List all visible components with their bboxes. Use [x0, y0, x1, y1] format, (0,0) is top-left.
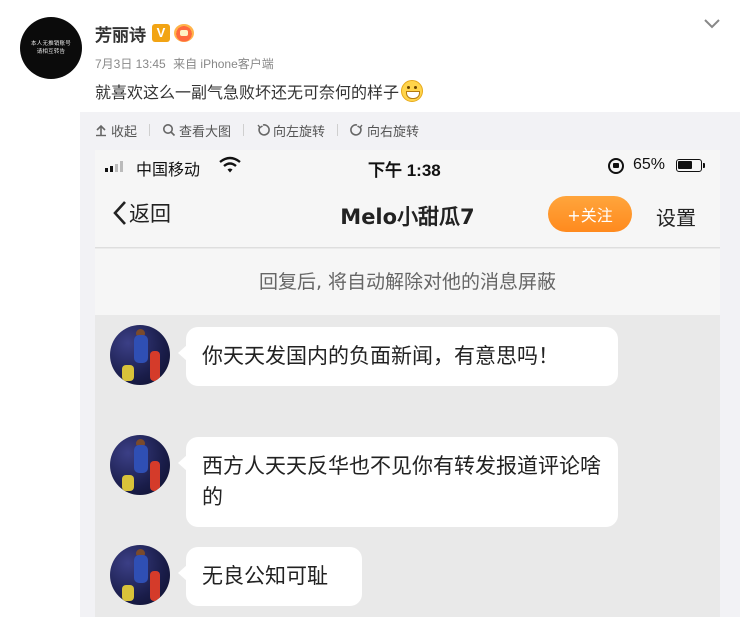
rotate-right-label: 向右旋转 — [367, 124, 420, 140]
grin-emoji-icon — [401, 80, 424, 102]
follow-button[interactable]: +关注 — [548, 196, 632, 232]
message-bubble[interactable]: 无良公知可耻 — [178, 547, 362, 606]
chat-message: 西方人天天反华也不见你有转发报道评论啥的 — [110, 435, 618, 527]
post-source: 来自 iPhone客户端 — [173, 57, 274, 71]
back-label: 返回 — [129, 202, 171, 226]
collapse-icon — [96, 124, 106, 137]
author-name[interactable]: 芳丽诗 — [95, 21, 146, 46]
status-time: 下午 1:38 — [368, 161, 441, 180]
rotate-left-icon — [257, 124, 270, 136]
chevron-down-icon[interactable] — [701, 12, 723, 34]
rotate-left-label: 向左旋转 — [273, 124, 326, 140]
post-time[interactable]: 7月3日 13:45 — [95, 57, 166, 71]
status-bar: 中国移动 下午 1:38 65% — [95, 150, 720, 182]
rotation-lock-icon — [608, 158, 624, 174]
sender-avatar[interactable] — [110, 545, 170, 605]
message-bubble[interactable]: 西方人天天反华也不见你有转发报道评论啥的 — [178, 437, 618, 527]
avatar-text-line-1: 本人无推销账号 — [31, 41, 71, 47]
wifi-icon — [219, 156, 241, 173]
author-avatar[interactable]: 本人无推销账号 请相互转告 — [20, 17, 82, 79]
back-button[interactable]: 返回 — [111, 198, 171, 228]
image-viewer: 收起 查看大图 向左旋转 向右旋转 中国移动 下午 1:38 65% 返回 Me… — [80, 112, 740, 617]
sender-avatar[interactable] — [110, 435, 170, 495]
post-image[interactable]: 中国移动 下午 1:38 65% 返回 Melo小甜瓜7 +关注 设置 回复后,… — [95, 150, 720, 617]
post-header: 本人无推销账号 请相互转告 芳丽诗 V 7月3日 13:45 来自 iPhone… — [0, 0, 740, 112]
settings-button[interactable]: 设置 — [656, 202, 696, 231]
collapse-label: 收起 — [111, 124, 138, 140]
block-notice: 回复后, 将自动解除对他的消息屏蔽 — [95, 249, 720, 315]
chat-nav-bar: 返回 Melo小甜瓜7 +关注 设置 — [95, 182, 720, 248]
chevron-left-icon — [113, 201, 126, 225]
collapse-button[interactable]: 收起 — [94, 120, 137, 140]
chat-message: 无良公知可耻 — [110, 545, 362, 606]
rotate-right-icon — [350, 124, 363, 136]
toolbar-divider — [243, 124, 245, 136]
message-bubble[interactable]: 你天天发国内的负面新闻，有意思吗！ — [178, 327, 618, 386]
post-meta: 7月3日 13:45 来自 iPhone客户端 — [95, 55, 274, 72]
view-large-label: 查看大图 — [179, 124, 232, 140]
battery-percent: 65% — [633, 156, 666, 173]
post-text: 就喜欢这么一副气急败坏还无可奈何的样子 — [95, 79, 424, 103]
signal-icon — [105, 160, 123, 172]
search-icon — [163, 124, 176, 137]
member-badge-icon[interactable] — [174, 24, 194, 42]
battery-icon — [676, 159, 705, 172]
rotate-left-button[interactable]: 向左旋转 — [256, 120, 325, 140]
view-large-button[interactable]: 查看大图 — [162, 120, 231, 140]
chat-message: 你天天发国内的负面新闻，有意思吗！ — [110, 325, 618, 386]
image-toolbar: 收起 查看大图 向左旋转 向右旋转 — [80, 112, 740, 148]
toolbar-divider — [337, 124, 339, 136]
chat-area: 你天天发国内的负面新闻，有意思吗！ 西方人天天反华也不见你有转发报道评论啥的 无… — [95, 315, 720, 617]
rotate-right-button[interactable]: 向右旋转 — [350, 120, 419, 140]
avatar-text-line-2: 请相互转告 — [36, 49, 66, 55]
sender-avatar[interactable] — [110, 325, 170, 385]
carrier-label: 中国移动 — [136, 162, 201, 179]
post-body: 就喜欢这么一副气急败坏还无可奈何的样子 — [95, 83, 400, 102]
toolbar-divider — [149, 124, 151, 136]
verified-badge-icon[interactable]: V — [152, 24, 170, 42]
